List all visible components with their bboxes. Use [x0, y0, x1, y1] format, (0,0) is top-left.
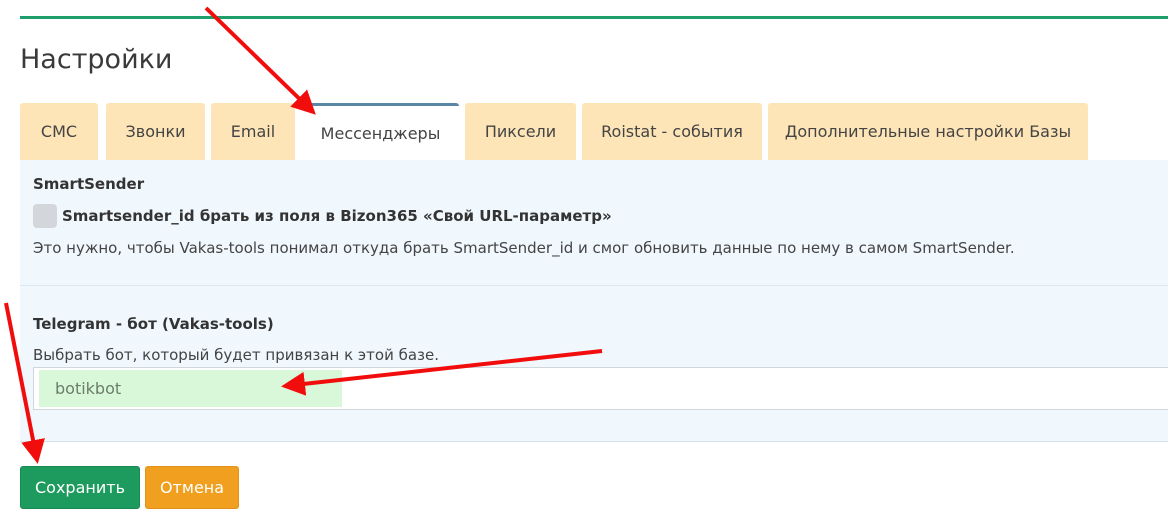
save-button[interactable]: Сохранить — [20, 466, 140, 509]
selected-bot-option[interactable]: botikbot — [39, 370, 342, 407]
telegram-bot-help-text: Выбрать бот, который будет привязан к эт… — [33, 346, 440, 364]
section-divider — [20, 285, 1168, 286]
messengers-panel: SmartSender Smartsender_id брать из поля… — [20, 160, 1168, 442]
telegram-bot-select[interactable]: botikbot — [33, 367, 1168, 410]
tab-messengers[interactable]: Мессенджеры — [302, 103, 459, 160]
settings-page: Настройки СМС Звонки Email Мессенджеры П… — [0, 0, 1168, 522]
tab-pixels[interactable]: Пиксели — [465, 103, 576, 160]
cancel-button[interactable]: Отмена — [145, 466, 239, 509]
smartsender-id-checkbox[interactable] — [33, 204, 57, 228]
tab-roistat-events[interactable]: Roistat - события — [582, 103, 762, 160]
tab-sms[interactable]: СМС — [20, 103, 98, 160]
tab-calls[interactable]: Звонки — [106, 103, 205, 160]
top-accent-line — [20, 16, 1168, 19]
smartsender-checkbox-label[interactable]: Smartsender_id брать из поля в Bizon365 … — [62, 207, 612, 225]
smartsender-help-text: Это нужно, чтобы Vakas-tools понимал отк… — [33, 239, 1015, 257]
telegram-bot-title: Telegram - бот (Vakas-tools) — [33, 315, 274, 333]
page-title: Настройки — [20, 44, 173, 75]
tab-email[interactable]: Email — [211, 103, 295, 160]
tab-additional-base-settings[interactable]: Дополнительные настройки Базы — [768, 103, 1088, 160]
smartsender-title: SmartSender — [33, 175, 145, 193]
arrow-to-messengers-tab — [204, 6, 316, 115]
smartsender-checkbox-row[interactable]: Smartsender_id брать из поля в Bizon365 … — [33, 204, 612, 228]
